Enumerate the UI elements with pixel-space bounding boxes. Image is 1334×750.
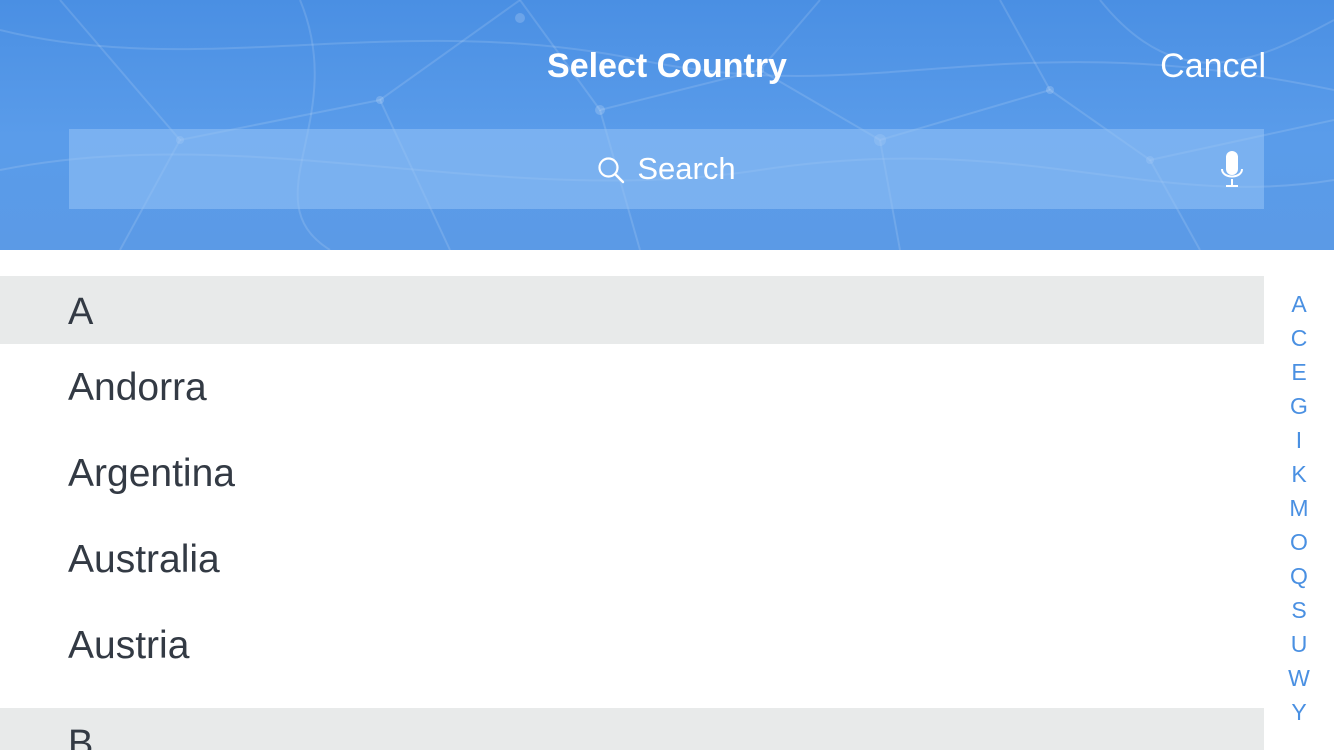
search-placeholder: Search: [637, 151, 736, 186]
page-title: Select Country: [547, 47, 787, 85]
index-letter-y[interactable]: Y: [1264, 697, 1334, 727]
section-letter: A: [68, 291, 94, 333]
index-letter-a[interactable]: A: [1264, 289, 1334, 319]
section-header-b: B: [0, 708, 1264, 750]
list-item-argentina[interactable]: Argentina: [0, 430, 1264, 516]
index-letter-u[interactable]: U: [1264, 629, 1334, 659]
section-index-bar[interactable]: A C E G I K M O Q S U W Y: [1264, 288, 1334, 728]
index-letter-o[interactable]: O: [1264, 527, 1334, 557]
search-field[interactable]: Search: [69, 129, 1264, 209]
index-letter-c[interactable]: C: [1264, 323, 1334, 353]
country-name: Australia: [68, 538, 220, 581]
list-item-austria[interactable]: Austria: [0, 602, 1264, 688]
index-letter-e[interactable]: E: [1264, 357, 1334, 387]
country-list[interactable]: A Andorra Argentina Australia Austria B: [0, 250, 1264, 750]
section-header-a: A: [0, 276, 1264, 344]
list-item-andorra[interactable]: Andorra: [0, 344, 1264, 430]
list-item-australia[interactable]: Australia: [0, 516, 1264, 602]
search-icon: [598, 157, 625, 184]
country-name: Andorra: [68, 366, 207, 409]
index-letter-s[interactable]: S: [1264, 595, 1334, 625]
index-letter-k[interactable]: K: [1264, 459, 1334, 489]
header-background-pattern: [0, 0, 1334, 250]
index-letter-i[interactable]: I: [1264, 425, 1334, 455]
search-placeholder-group: Search: [69, 129, 1264, 209]
section-letter: B: [68, 723, 94, 750]
navigation-header: Select Country Cancel Search: [0, 0, 1334, 250]
country-name: Argentina: [68, 452, 235, 495]
index-letter-q[interactable]: Q: [1264, 561, 1334, 591]
country-name: Austria: [68, 624, 190, 667]
cancel-button[interactable]: Cancel: [1160, 44, 1266, 88]
microphone-icon[interactable]: [1220, 149, 1244, 189]
index-letter-g[interactable]: G: [1264, 391, 1334, 421]
index-letter-m[interactable]: M: [1264, 493, 1334, 523]
index-letter-w[interactable]: W: [1264, 663, 1334, 693]
